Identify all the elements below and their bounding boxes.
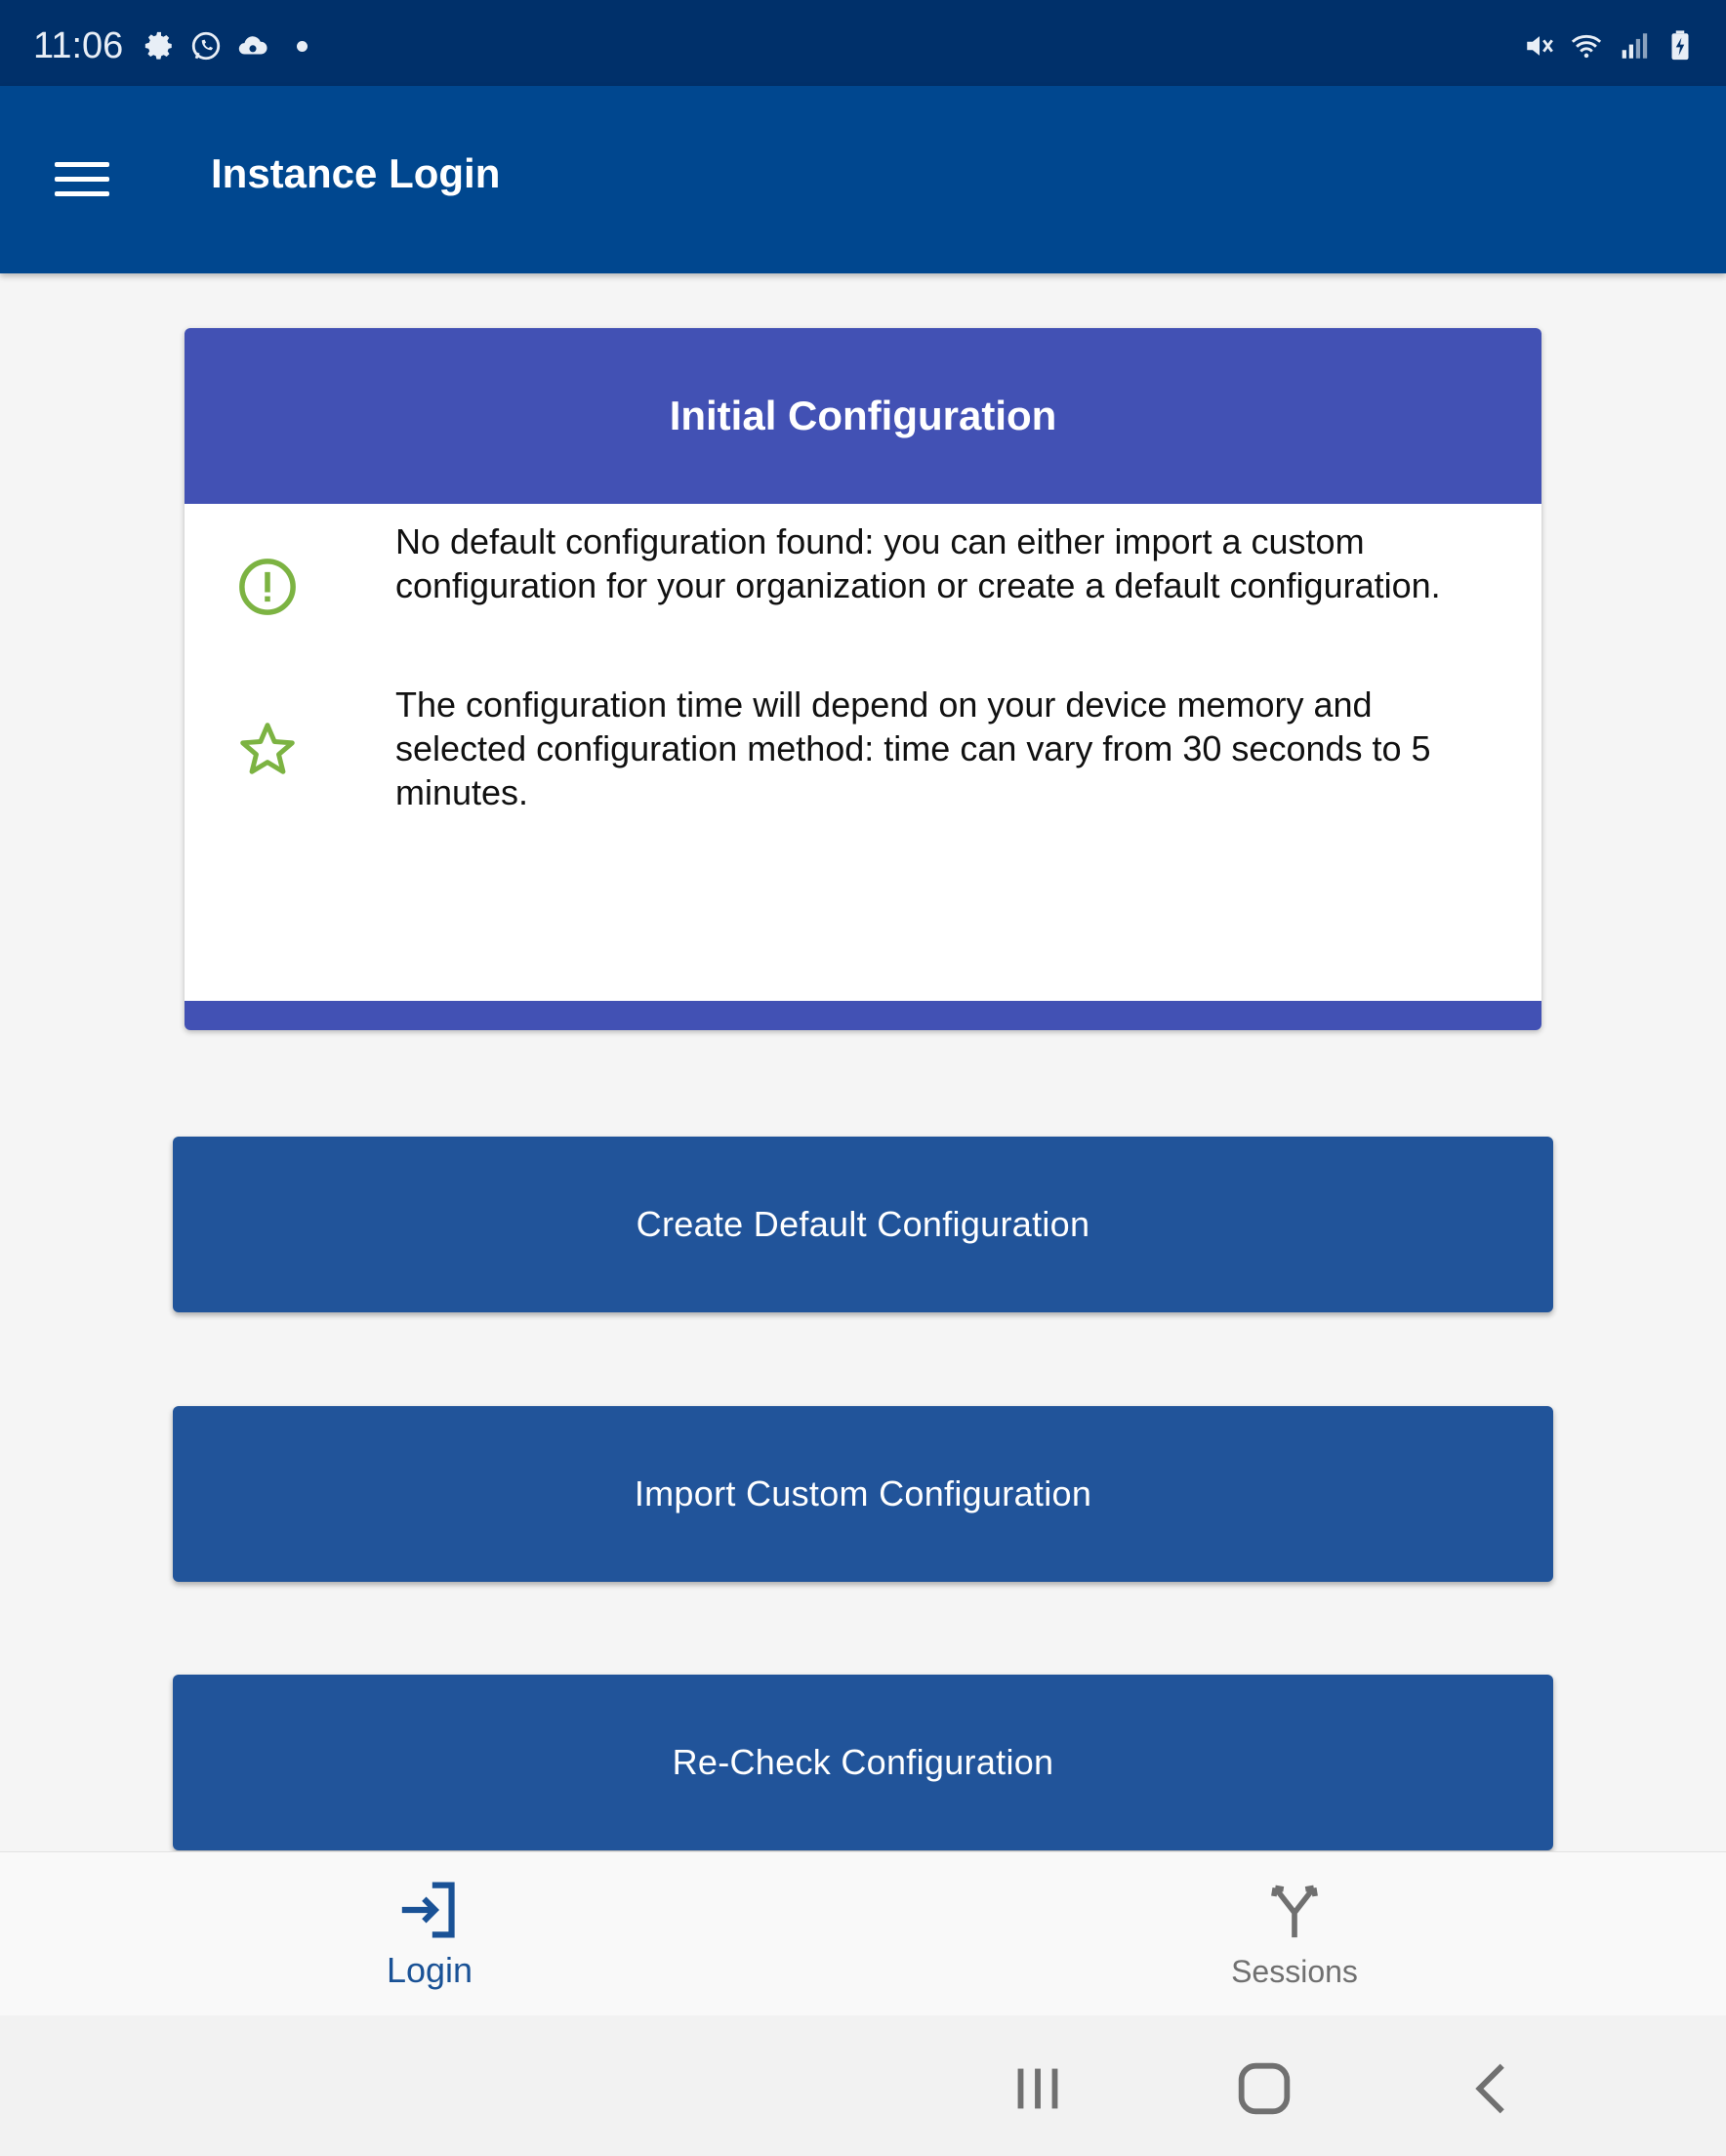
- status-time: 11:06: [33, 25, 124, 66]
- back-icon[interactable]: [1459, 2054, 1528, 2123]
- alert-circle-icon: [239, 559, 296, 615]
- mute-icon: [1527, 36, 1553, 56]
- create-default-configuration-button[interactable]: Create Default Configuration: [173, 1137, 1553, 1312]
- card-title: Initial Configuration: [185, 328, 1541, 504]
- home-icon[interactable]: [1230, 2054, 1298, 2123]
- recent-apps-icon[interactable]: [1004, 2054, 1072, 2123]
- menu-line-middle: [55, 177, 109, 182]
- import-custom-configuration-button[interactable]: Import Custom Configuration: [173, 1406, 1553, 1582]
- star-outline-icon: [240, 723, 295, 774]
- battery-charging-icon: [1671, 30, 1689, 61]
- menu-line-top: [55, 162, 109, 167]
- notification-dot-icon: [297, 40, 308, 52]
- hamburger-menu-icon[interactable]: [39, 145, 125, 213]
- app-bar: Instance Login: [0, 86, 1726, 273]
- status-icons-right: [1523, 29, 1697, 62]
- menu-line-bottom: [55, 191, 109, 196]
- info-text-config-time: The configuration time will depend on yo…: [395, 684, 1431, 812]
- signal-icon: [1622, 33, 1648, 59]
- settings-icon: [144, 31, 172, 60]
- sessions-icon: [1271, 1885, 1318, 1938]
- initial-configuration-card: Initial Configuration No default configu…: [185, 328, 1541, 1030]
- card-footer-bar: [185, 1001, 1541, 1030]
- login-icon: [401, 1882, 455, 1938]
- bottom-navigation: Login Sessions: [0, 1851, 1726, 2016]
- system-navigation-bar: [0, 2015, 1726, 2156]
- nav-item-login[interactable]: Login: [283, 1852, 576, 2016]
- status-icons-left: [143, 29, 308, 62]
- wifi-icon: [1571, 34, 1602, 59]
- status-bar: 11:06: [0, 0, 1726, 86]
- recheck-configuration-button[interactable]: Re-Check Configuration: [173, 1675, 1553, 1850]
- info-text-no-config: No default configuration found: you can …: [395, 521, 1441, 605]
- cloud-sync-icon: [238, 36, 267, 55]
- page-title: Instance Login: [211, 150, 501, 196]
- nav-label-login: Login: [386, 1950, 473, 1990]
- nav-item-sessions[interactable]: Sessions: [1148, 1852, 1441, 2016]
- whatsapp-icon: [191, 31, 221, 61]
- nav-label-sessions: Sessions: [1231, 1954, 1358, 1989]
